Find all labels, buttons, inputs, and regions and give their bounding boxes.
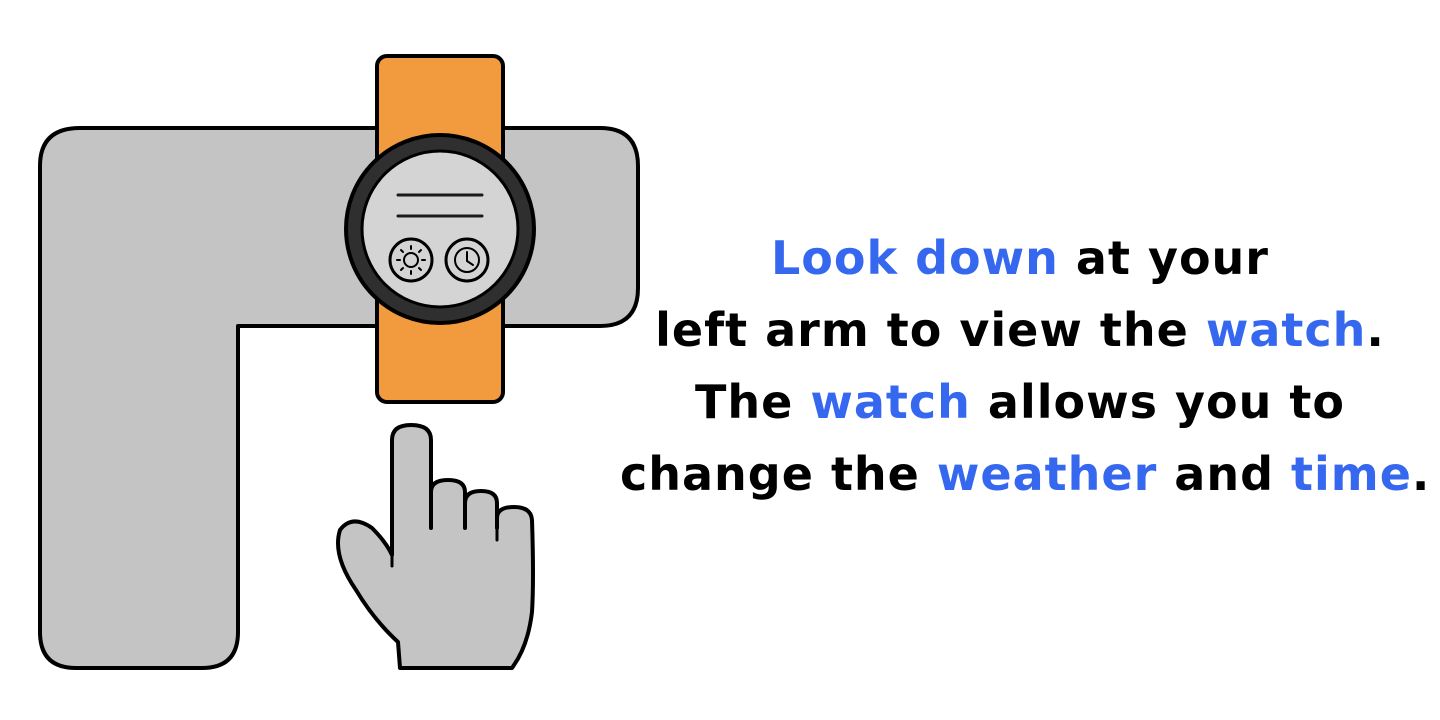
text-left-arm: left arm to view the — [655, 303, 1206, 357]
sun-icon[interactable] — [388, 237, 434, 283]
instruction-line-4: change the weather and time. — [620, 438, 1429, 510]
highlight-look-down: Look down — [771, 231, 1059, 285]
text-change-the: change the — [620, 447, 937, 501]
instruction-line-2: left arm to view the watch. — [620, 294, 1420, 366]
watch-face — [360, 149, 520, 309]
left-arm-shape — [38, 126, 640, 670]
text-period-2: . — [1411, 447, 1431, 501]
highlight-time: time — [1291, 447, 1412, 501]
instruction-line-3: The watch allows you to — [620, 366, 1420, 438]
highlight-weather: weather — [936, 447, 1158, 501]
text-at-your: at your — [1058, 231, 1269, 285]
instruction-text: Look down at your left arm to view the w… — [620, 222, 1429, 510]
instruction-line-1: Look down at your — [620, 222, 1420, 294]
highlight-watch-1: watch — [1205, 303, 1367, 357]
clock-icon[interactable] — [444, 237, 490, 283]
highlight-watch-2: watch — [810, 375, 971, 429]
text-the: The — [695, 375, 811, 429]
text-and: and — [1157, 447, 1292, 501]
text-allows-you-to: allows you to — [970, 375, 1345, 429]
pointing-hand-icon — [336, 423, 535, 670]
text-period-1: . — [1366, 303, 1385, 357]
arm-watch-illustration — [38, 54, 640, 670]
watch — [344, 133, 536, 325]
